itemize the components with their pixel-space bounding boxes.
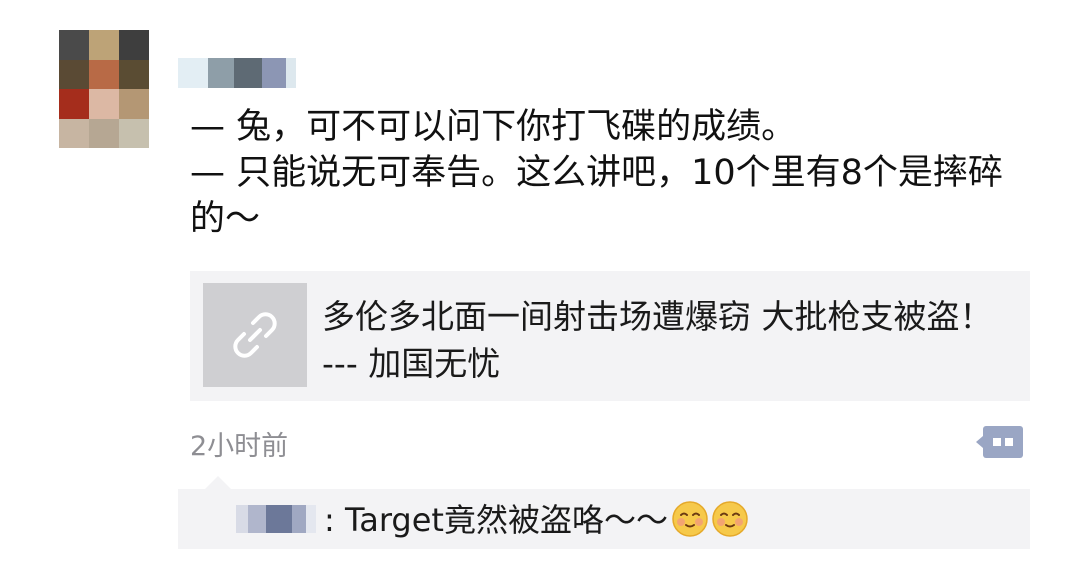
- comment-icon: [976, 426, 1023, 458]
- post-text: — 兔，可不可以问下你打飞碟的成绩。 — 只能说无可奉告。这么讲吧，10个里有8…: [190, 104, 1020, 242]
- smiling-face-emoji: [672, 501, 708, 537]
- link-thumbnail: [203, 283, 307, 387]
- post-timestamp: 2小时前: [190, 431, 289, 462]
- comment-text: : Target竟然被盗咯～～: [324, 501, 668, 539]
- commenter-name-blurred[interactable]: [236, 505, 316, 533]
- link-icon: [233, 312, 277, 358]
- comment-item[interactable]: : Target竟然被盗咯～～: [324, 500, 748, 540]
- link-title[interactable]: 多伦多北面一间射击场遭爆窃 大批枪支被盗！ --- 加国无忧: [322, 293, 1012, 387]
- comment-button[interactable]: [976, 424, 1024, 460]
- post-line-1: — 兔，可不可以问下你打飞碟的成绩。: [190, 107, 797, 147]
- avatar[interactable]: [59, 30, 149, 148]
- post-line-2: — 只能说无可奉告。这么讲吧，10个里有8个是摔碎的～: [190, 153, 1003, 239]
- comment-pointer: [205, 476, 231, 489]
- smiling-face-emoji: [712, 501, 748, 537]
- shared-link-card[interactable]: 多伦多北面一间射击场遭爆窃 大批枪支被盗！ --- 加国无忧: [190, 271, 1030, 401]
- username-blurred[interactable]: [178, 58, 296, 88]
